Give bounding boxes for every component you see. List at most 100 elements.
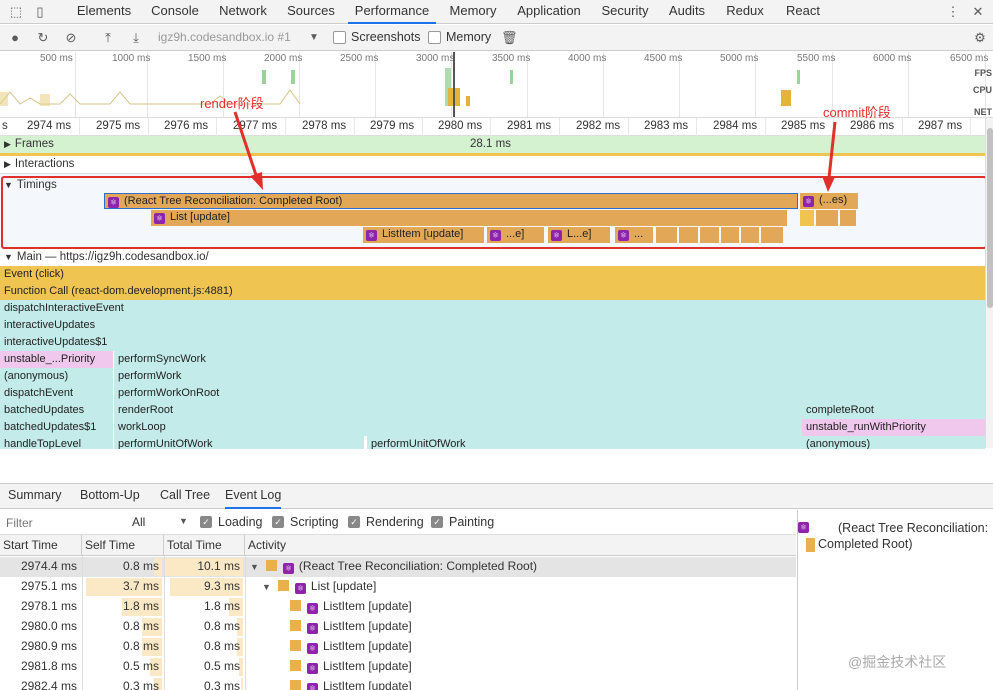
flame-event-bar[interactable]: unstable_...Priority (0, 351, 113, 368)
rendering-checkbox[interactable]: ✓ (348, 516, 360, 528)
tab-summary[interactable]: Summary (8, 484, 61, 509)
close-icon[interactable]: ✕ (970, 4, 986, 20)
url-select[interactable]: igz9h.codesandbox.io #1 (158, 30, 291, 44)
filter-bar: All ▼ ✓ Loading ✓ Scripting ✓ Rendering … (0, 510, 796, 535)
flame-event-bar[interactable]: batchedUpdates$1 (0, 419, 113, 436)
activity-cell: ▼ ⚛ (React Tree Reconciliation: Completed … (250, 557, 537, 577)
react-icon: ⚛ (307, 623, 318, 634)
tab-audits[interactable]: Audits (664, 0, 710, 24)
event-log-row[interactable]: 2978.1 ms 1.8 ms 1.8 ms ⚛ ListItem [update] (0, 597, 796, 617)
tab-console[interactable]: Console (146, 0, 204, 24)
details-title-text: (React Tree Reconciliation: Completed Ro… (818, 521, 989, 551)
event-log-row[interactable]: 2974.4 ms 0.8 ms 10.1 ms ▼ ⚛ (React Tree Reco… (0, 557, 796, 577)
event-log-row[interactable]: 2980.0 ms 0.8 ms 0.8 ms ⚛ ListItem [update] (0, 617, 796, 637)
memory-checkbox[interactable] (428, 31, 441, 44)
tab-bottom-up[interactable]: Bottom-Up (80, 484, 140, 509)
ruler-tick-label: 2978 ms (302, 120, 347, 132)
col-self-time[interactable]: Self Time (82, 535, 164, 556)
flame-event-bar[interactable]: dispatchInteractiveEvent (0, 300, 985, 317)
flame-event-bar[interactable]: performWorkOnRoot (114, 385, 802, 402)
painting-checkbox[interactable]: ✓ (431, 516, 443, 528)
watermark: @掘金技术社区 (848, 654, 947, 670)
gear-icon[interactable]: ⚙ (972, 30, 988, 46)
flame-event-bar[interactable]: batchedUpdates (0, 402, 113, 419)
details-pane: ⚛ (React Tree Reconciliation: Completed R… (797, 510, 993, 690)
ruler-tick-label: 2976 ms (164, 120, 209, 132)
frames-track[interactable]: ▶ Frames 28.1 ms (0, 136, 985, 153)
expand-arrow-icon[interactable]: ▶ (4, 139, 11, 149)
react-icon: ⚛ (307, 603, 318, 614)
start-time-cell: 2980.9 ms (20, 639, 77, 653)
tab-react[interactable]: React (780, 0, 826, 24)
painting-label: Painting (449, 515, 495, 529)
screenshots-checkbox[interactable] (333, 31, 346, 44)
flame-event-bar[interactable] (802, 351, 985, 402)
col-start-time[interactable]: Start Time (0, 535, 82, 556)
tab-application[interactable]: Application (512, 0, 586, 24)
flame-event-bar[interactable]: performWork (114, 368, 802, 385)
self-time-cell: 0.5 ms (122, 659, 159, 673)
tab-call-tree[interactable]: Call Tree (160, 484, 210, 509)
clear-icon[interactable]: ⊘ (63, 30, 79, 46)
event-log-row[interactable]: 2981.8 ms 0.5 ms 0.5 ms ⚛ ListItem [update] (0, 657, 796, 677)
event-log-row[interactable]: 2975.1 ms 3.7 ms 9.3 ms ▼ ⚛ List [update] (0, 577, 796, 597)
col-activity[interactable]: Activity (245, 535, 796, 556)
tab-event-log[interactable]: Event Log (225, 484, 282, 509)
activity-cell: ⚛ ListItem [update] (290, 657, 412, 677)
flame-event-bar[interactable]: unstable_runWithPriority (802, 419, 985, 436)
vertical-scrollbar[interactable] (985, 118, 993, 448)
flame-event-bar[interactable]: Event (click) (0, 266, 985, 283)
col-total-time[interactable]: Total Time (164, 535, 245, 556)
more-vert-icon[interactable]: ⋮ (945, 4, 961, 20)
spacer (0, 449, 993, 483)
inspect-element-icon[interactable]: ⬚ (8, 4, 24, 20)
tab-sources[interactable]: Sources (282, 0, 340, 24)
reload-icon[interactable]: ↻ (35, 30, 51, 46)
scripting-checkbox[interactable]: ✓ (272, 516, 284, 528)
category-swatch (277, 580, 289, 591)
collapse-arrow-icon[interactable]: ▼ (262, 582, 271, 592)
tab-elements[interactable]: Elements (72, 0, 136, 24)
trash-icon[interactable]: 🗑 (501, 30, 518, 46)
devtools-tabbar: ⬚ ▯ Elements Console Network Sources Per… (0, 0, 993, 24)
activity-label: List [update] (310, 579, 377, 593)
start-time-cell: 2975.1 ms (20, 579, 77, 593)
scrollbar-thumb[interactable] (987, 128, 993, 308)
tab-memory[interactable]: Memory (444, 0, 502, 24)
activity-label: ListItem [update] (323, 679, 412, 690)
tab-performance[interactable]: Performance (348, 0, 436, 24)
chevron-down-icon[interactable]: ▼ (306, 30, 322, 46)
flame-event-bar[interactable]: (anonymous) (0, 368, 113, 385)
download-icon[interactable]: ⤓ (128, 30, 144, 46)
tab-security[interactable]: Security (596, 0, 654, 24)
interactions-track[interactable]: ▶ Interactions (0, 156, 985, 173)
chevron-down-icon[interactable]: ▼ (179, 516, 188, 526)
collapse-arrow-icon[interactable]: ▼ (250, 562, 259, 572)
flame-event-bar[interactable]: interactiveUpdates (0, 317, 985, 334)
collapse-arrow-icon[interactable]: ▼ (4, 252, 13, 262)
filter-input[interactable] (3, 513, 123, 532)
ruler-tick-label: 2985 ms (781, 120, 826, 132)
category-select[interactable]: All (132, 515, 145, 529)
flame-event-bar[interactable]: renderRoot (114, 402, 802, 419)
record-icon[interactable]: ● (7, 30, 23, 46)
flame-event-bar[interactable]: workLoop (114, 419, 802, 436)
main-track-header[interactable]: ▼ Main — https://igz9h.codesandbox.io/ (0, 249, 985, 266)
react-icon: ⚛ (798, 522, 809, 533)
loading-checkbox[interactable]: ✓ (200, 516, 212, 528)
tab-redux[interactable]: Redux (722, 0, 768, 24)
flame-event-bar[interactable]: Function Call (react-dom.development.js:… (0, 283, 985, 300)
flame-event-bar[interactable]: interactiveUpdates$1 (0, 334, 985, 351)
event-log-row[interactable]: 2980.9 ms 0.8 ms 0.8 ms ⚛ ListItem [update] (0, 637, 796, 657)
flame-event-bar[interactable]: dispatchEvent (0, 385, 113, 402)
upload-icon[interactable]: ⤒ (100, 30, 116, 46)
event-log-row[interactable]: 2982.4 ms 0.3 ms 0.3 ms ⚛ ListItem [update] (0, 677, 796, 690)
frames-value: 28.1 ms (470, 138, 511, 150)
flame-event-bar[interactable]: completeRoot (802, 402, 985, 419)
commit-annotation: commit阶段 (823, 105, 891, 120)
activity-cell: ⚛ ListItem [update] (290, 597, 412, 617)
device-toolbar-icon[interactable]: ▯ (32, 4, 48, 20)
flame-event-bar[interactable]: performSyncWork (114, 351, 802, 368)
expand-arrow-icon[interactable]: ▶ (4, 159, 11, 169)
tab-network[interactable]: Network (214, 0, 272, 24)
